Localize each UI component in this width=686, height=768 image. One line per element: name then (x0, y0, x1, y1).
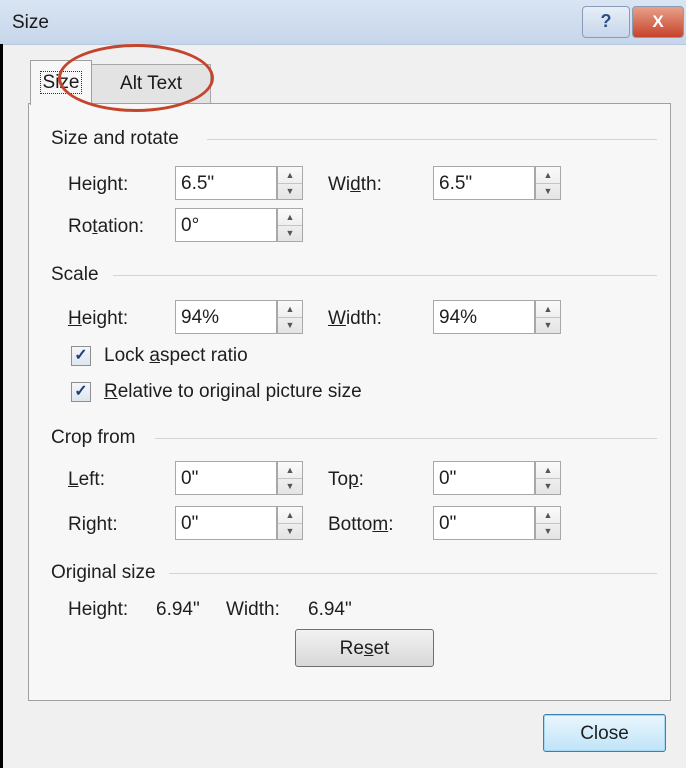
tab-size[interactable]: Size (30, 60, 92, 105)
group-divider (155, 438, 657, 439)
spin-up-icon[interactable]: ▲ (536, 507, 560, 524)
crop-left-input[interactable]: 0" (175, 461, 277, 495)
rotation-input[interactable]: 0° (175, 208, 277, 242)
spin-down-icon[interactable]: ▼ (536, 183, 560, 199)
crop-bottom-label: Bottom: (328, 514, 394, 535)
group-divider (113, 275, 657, 276)
crop-right-label: Right: (68, 514, 118, 535)
close-button[interactable]: Close (543, 714, 666, 752)
window-edge (0, 44, 3, 768)
crop-bottom-spinner[interactable]: ▲ ▼ (535, 506, 561, 540)
crop-bottom-input[interactable]: 0" (433, 506, 535, 540)
lock-aspect-label[interactable]: Lock aspect ratio (104, 345, 248, 367)
group-original-size: Original size (51, 562, 156, 583)
scale-width-input[interactable]: 94% (433, 300, 535, 334)
rotation-label: Rotation: (68, 216, 145, 237)
tab-size-label: Size (39, 71, 83, 94)
lock-aspect-checkbox[interactable]: ✓ (71, 346, 91, 366)
spin-up-icon[interactable]: ▲ (278, 167, 302, 184)
spin-down-icon[interactable]: ▼ (278, 183, 302, 199)
original-width-label: Width: (226, 599, 280, 620)
checkmark-icon: ✓ (74, 383, 88, 400)
original-height-value: 6.94" (156, 599, 200, 620)
crop-top-spinner[interactable]: ▲ ▼ (535, 461, 561, 495)
group-crop-from: Crop from (51, 427, 136, 448)
scale-height-input[interactable]: 94% (175, 300, 277, 334)
rotate-height-label: Height: (68, 174, 129, 195)
crop-left-spinner[interactable]: ▲ ▼ (277, 461, 303, 495)
spin-down-icon[interactable]: ▼ (278, 478, 302, 494)
group-divider (169, 573, 657, 574)
crop-top-input[interactable]: 0" (433, 461, 535, 495)
rotate-width-input[interactable]: 6.5" (433, 166, 535, 200)
spin-down-icon[interactable]: ▼ (536, 317, 560, 333)
crop-left-label: Left: (68, 469, 105, 490)
spin-down-icon[interactable]: ▼ (278, 317, 302, 333)
original-width-value: 6.94" (308, 599, 352, 620)
spin-down-icon[interactable]: ▼ (536, 523, 560, 539)
spin-up-icon[interactable]: ▲ (278, 462, 302, 479)
title-bar[interactable]: Size ? X (0, 0, 686, 45)
crop-right-input[interactable]: 0" (175, 506, 277, 540)
scale-width-label: Width: (328, 308, 382, 329)
rotate-width-label: Width: (328, 174, 382, 195)
window-title: Size (12, 12, 49, 33)
size-tab-panel: Size and rotate Height: 6.5" ▲ ▼ Width: … (28, 103, 671, 701)
size-dialog: Size ? X Size Alt Text Size and rotate H… (0, 0, 686, 768)
spin-down-icon[interactable]: ▼ (536, 478, 560, 494)
group-scale: Scale (51, 264, 99, 285)
spin-up-icon[interactable]: ▲ (278, 507, 302, 524)
original-height-label: Height: (68, 599, 129, 620)
rotation-spinner[interactable]: ▲ ▼ (277, 208, 303, 242)
relative-original-checkbox[interactable]: ✓ (71, 382, 91, 402)
rotate-height-input[interactable]: 6.5" (175, 166, 277, 200)
spin-up-icon[interactable]: ▲ (278, 301, 302, 318)
relative-original-label[interactable]: Relative to original picture size (104, 381, 362, 403)
scale-width-spinner[interactable]: ▲ ▼ (535, 300, 561, 334)
window-close-button[interactable]: X (632, 6, 684, 38)
spin-down-icon[interactable]: ▼ (278, 225, 302, 241)
group-size-and-rotate: Size and rotate (51, 128, 179, 149)
rotate-height-spinner[interactable]: ▲ ▼ (277, 166, 303, 200)
reset-button[interactable]: Reset (295, 629, 434, 667)
crop-right-spinner[interactable]: ▲ ▼ (277, 506, 303, 540)
scale-height-spinner[interactable]: ▲ ▼ (277, 300, 303, 334)
scale-height-label: Height: (68, 308, 129, 329)
help-button[interactable]: ? (582, 6, 630, 38)
spin-up-icon[interactable]: ▲ (536, 462, 560, 479)
crop-top-label: Top: (328, 469, 364, 490)
spin-down-icon[interactable]: ▼ (278, 523, 302, 539)
spin-up-icon[interactable]: ▲ (536, 167, 560, 184)
spin-up-icon[interactable]: ▲ (536, 301, 560, 318)
rotate-width-spinner[interactable]: ▲ ▼ (535, 166, 561, 200)
group-divider (207, 139, 657, 140)
spin-up-icon[interactable]: ▲ (278, 209, 302, 226)
tab-alt-text[interactable]: Alt Text (91, 64, 211, 103)
checkmark-icon: ✓ (74, 347, 88, 364)
